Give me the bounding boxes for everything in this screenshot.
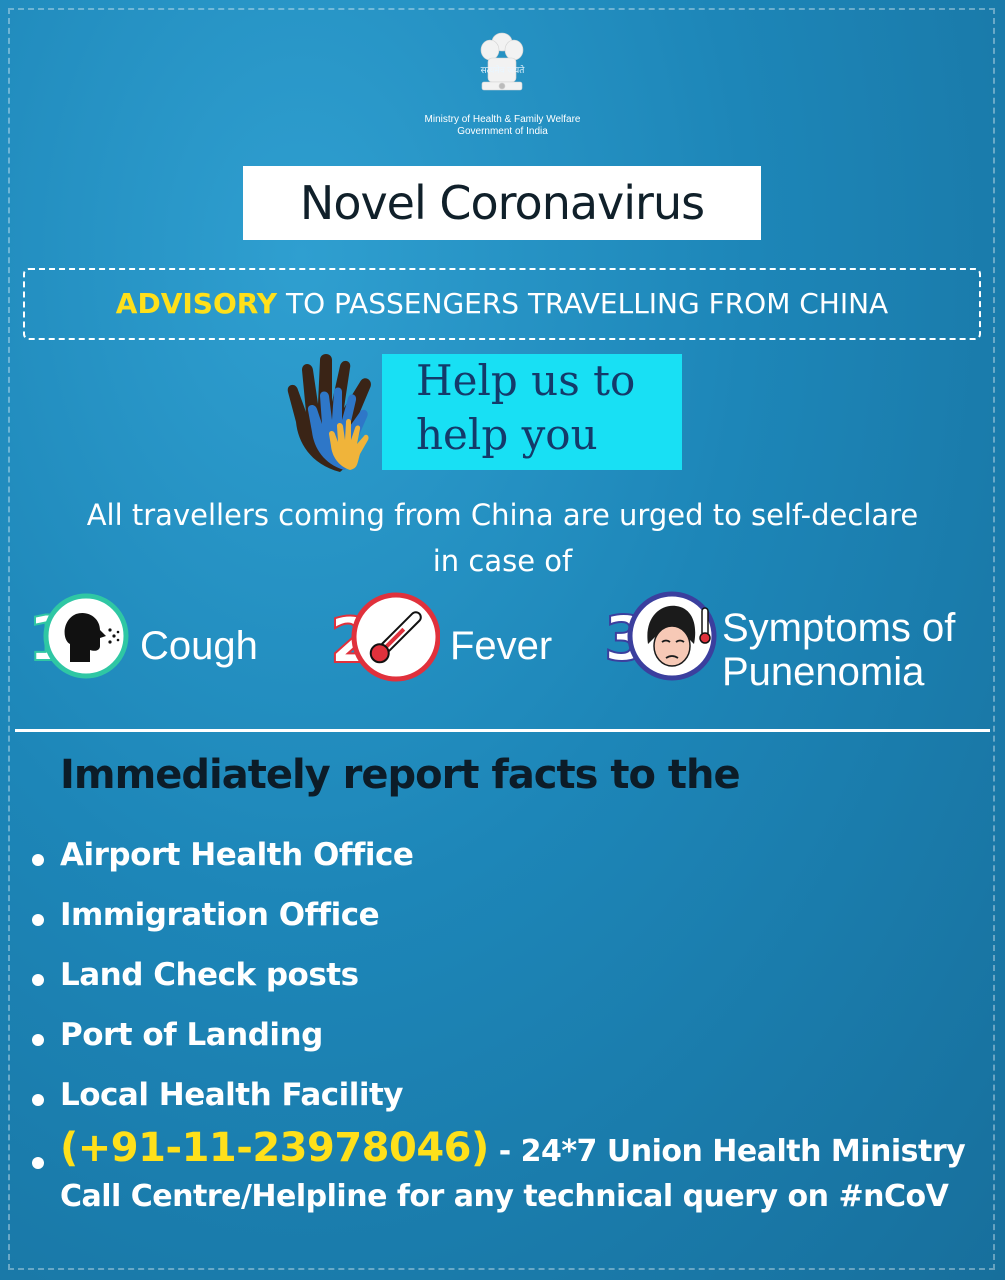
list-item: Local Health Facility bbox=[32, 1070, 413, 1130]
emblem-motto: सत्यमेव जयते bbox=[480, 65, 525, 75]
list-item-label: Land Check posts bbox=[60, 957, 359, 993]
cough-icon: 1 bbox=[27, 593, 129, 679]
list-item: Land Check posts bbox=[32, 950, 413, 1010]
report-list: Airport Health Office Immigration Office… bbox=[32, 830, 414, 1130]
list-item-label: Port of Landing bbox=[60, 1017, 323, 1053]
bullet-icon bbox=[32, 1094, 44, 1106]
list-item-label: Airport Health Office bbox=[60, 837, 414, 873]
intro-line-1: All travellers coming from China are urg… bbox=[86, 498, 919, 532]
government-name: Government of India bbox=[457, 126, 548, 137]
advisory-text: TO PASSENGERS TRAVELLING FROM CHINA bbox=[277, 287, 889, 320]
list-item-label: Local Health Facility bbox=[60, 1077, 404, 1113]
bullet-icon bbox=[32, 914, 44, 926]
symptom-3-label-line-1: Symptoms of bbox=[722, 606, 956, 650]
advisory-banner: ADVISORY TO PASSENGERS TRAVELLING FROM C… bbox=[23, 268, 981, 340]
helpline-description: - 24*7 Union Health Ministry bbox=[488, 1134, 966, 1169]
hands-icon bbox=[287, 354, 371, 472]
bullet-icon bbox=[32, 1157, 44, 1169]
intro-line-2: in case of bbox=[432, 544, 573, 578]
report-heading: Immediately report facts to the bbox=[60, 752, 741, 798]
sick-face-icon: 3 bbox=[604, 591, 717, 681]
intro-text: All travellers coming from China are urg… bbox=[0, 492, 1005, 584]
list-item: Port of Landing bbox=[32, 1010, 413, 1070]
advisory-highlight: ADVISORY bbox=[115, 287, 278, 320]
bullet-icon bbox=[32, 854, 44, 866]
help-line-1: Help us to bbox=[416, 356, 636, 405]
symptom-3-label: Symptoms of Punenomia bbox=[722, 606, 955, 694]
thermometer-icon: 2 bbox=[330, 592, 440, 682]
list-item: Airport Health Office bbox=[32, 830, 414, 890]
ministry-name: Ministry of Health & Family Welfare bbox=[424, 114, 581, 125]
helpline-phone[interactable]: (+91-11-23978046) bbox=[60, 1125, 489, 1171]
bullet-icon bbox=[32, 1034, 44, 1046]
bullet-icon bbox=[32, 974, 44, 986]
list-item-label: Immigration Office bbox=[60, 897, 380, 933]
section-divider bbox=[15, 729, 990, 732]
page-title: Novel Coronavirus bbox=[243, 166, 761, 240]
symptom-3-label-line-2: Punenomia bbox=[722, 650, 925, 694]
helpline-line-2: Call Centre/Helpline for any technical q… bbox=[60, 1179, 949, 1214]
help-slogan: Help us to help you bbox=[416, 354, 635, 462]
help-line-2: help you bbox=[416, 410, 598, 459]
symptom-2-label: Fever bbox=[450, 624, 553, 668]
helpline-line-1: (+91-11-23978046) - 24*7 Union Health Mi… bbox=[60, 1125, 966, 1171]
list-item: Immigration Office bbox=[32, 890, 413, 950]
symptom-1-label: Cough bbox=[140, 624, 258, 668]
